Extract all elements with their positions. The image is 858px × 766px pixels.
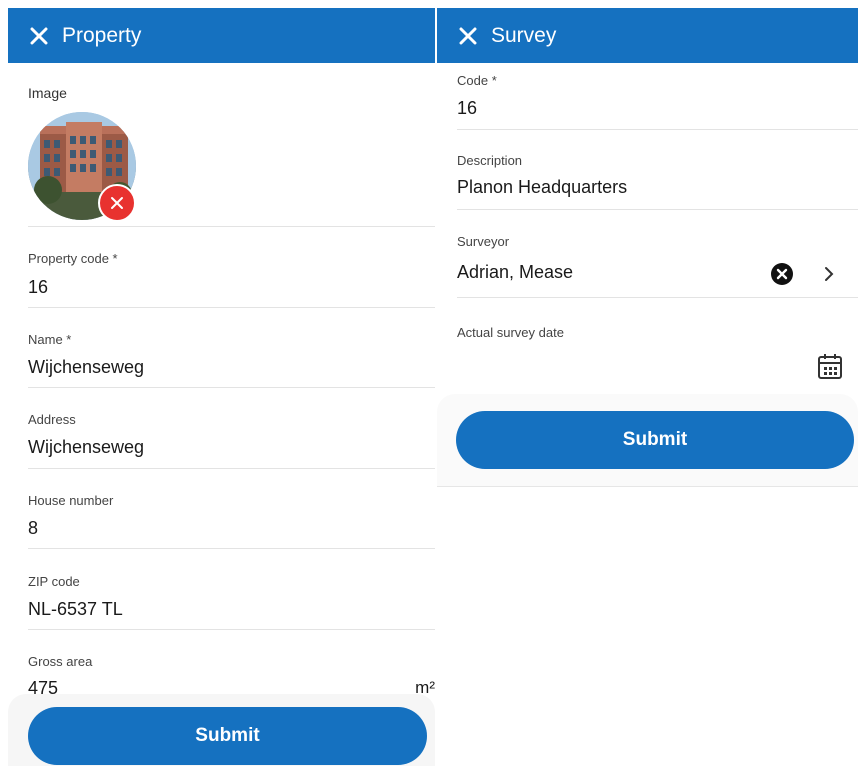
address-field[interactable]: Address Wijchenseweg xyxy=(28,388,435,469)
survey-panel: Survey Code * 16 Description Planon Head… xyxy=(437,0,858,487)
code-value: 16 xyxy=(457,98,478,118)
calendar-icon[interactable] xyxy=(817,352,843,385)
page-title: Survey xyxy=(491,23,557,47)
surveyor-value: Adrian, Mease xyxy=(457,262,574,282)
name-label: Name * xyxy=(28,332,72,347)
property-submit-button[interactable]: Submit xyxy=(28,707,427,765)
clear-icon[interactable] xyxy=(771,263,793,285)
gross-area-label: Gross area xyxy=(28,654,93,669)
description-field[interactable]: Description Planon Headquarters xyxy=(457,130,858,210)
code-label: Code * xyxy=(457,73,497,88)
house-number-value: 8 xyxy=(28,518,39,538)
address-value: Wijchenseweg xyxy=(28,437,145,457)
name-field[interactable]: Name * Wijchenseweg xyxy=(28,308,435,388)
name-value: Wijchenseweg xyxy=(28,357,145,377)
property-panel: Property Image Property code * 16 Name *… xyxy=(8,0,435,766)
zip-code-field[interactable]: ZIP code NL-6537 TL xyxy=(28,549,435,630)
zip-code-label: ZIP code xyxy=(28,574,80,589)
survey-submit-button[interactable]: Submit xyxy=(456,411,854,469)
address-label: Address xyxy=(28,412,76,427)
image-label: Image xyxy=(28,85,67,101)
page-title: Property xyxy=(62,23,142,47)
chevron-right-icon[interactable] xyxy=(823,266,835,287)
survey-submit-bar: Submit xyxy=(437,394,858,486)
property-header: Property xyxy=(8,8,435,63)
actual-survey-date-field[interactable]: Actual survey date xyxy=(457,298,858,393)
survey-header: Survey xyxy=(437,8,858,63)
description-value: Planon Headquarters xyxy=(457,177,628,197)
house-number-label: House number xyxy=(28,493,114,508)
close-icon[interactable] xyxy=(459,27,477,45)
property-code-field[interactable]: Property code * 16 xyxy=(28,227,435,308)
surveyor-label: Surveyor xyxy=(457,234,510,249)
property-code-value: 16 xyxy=(28,277,49,297)
remove-image-button[interactable] xyxy=(98,184,136,222)
house-number-field[interactable]: House number 8 xyxy=(28,469,435,549)
property-submit-bar: Submit xyxy=(8,694,435,766)
description-label: Description xyxy=(457,153,523,168)
remove-image-icon xyxy=(111,197,123,209)
close-icon[interactable] xyxy=(30,27,48,45)
surveyor-field[interactable]: Surveyor Adrian, Mease xyxy=(457,210,858,298)
property-code-label: Property code * xyxy=(28,251,118,266)
zip-code-value: NL-6537 TL xyxy=(28,599,123,619)
code-field[interactable]: Code * 16 xyxy=(457,63,858,130)
property-image-container xyxy=(28,112,138,222)
actual-survey-date-label: Actual survey date xyxy=(457,325,564,340)
